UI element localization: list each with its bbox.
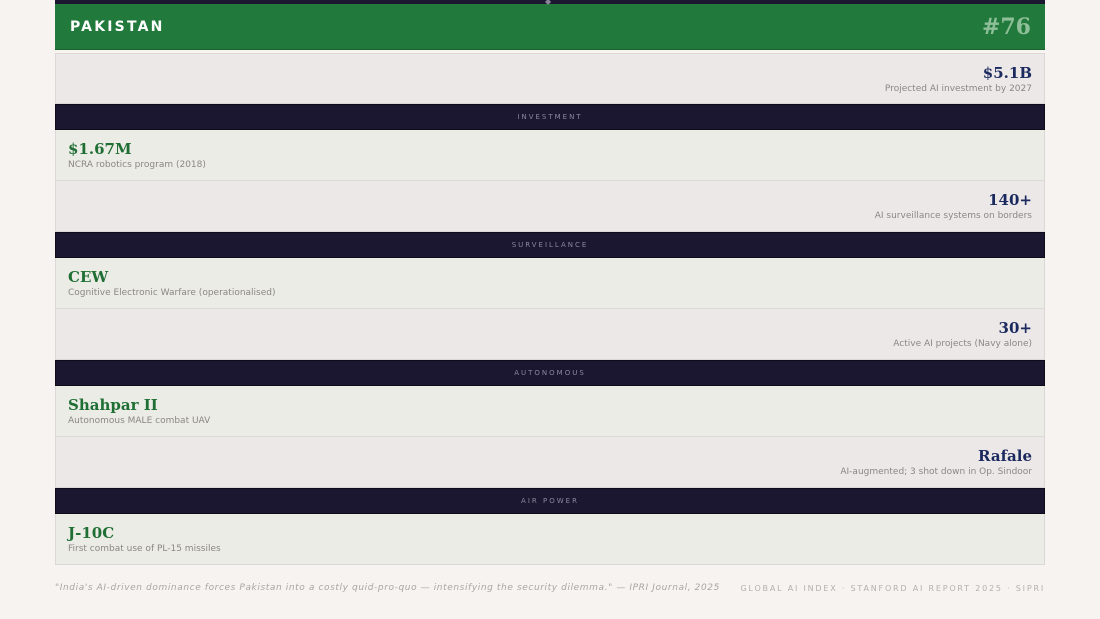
stat-label: AI-augmented; 3 shot down in Op. Sindoor	[840, 467, 1032, 477]
stat-value: $1.67M	[68, 140, 132, 158]
section-label: INVESTMENT	[517, 113, 583, 121]
stat-row: CEW Cognitive Electronic Warfare (operat…	[55, 258, 1045, 309]
stat-label: Cognitive Electronic Warfare (operationa…	[68, 288, 276, 298]
stat-value: CEW	[68, 268, 109, 286]
stat-value: $5.1B	[982, 63, 1032, 82]
stat-value: Rafale	[978, 447, 1032, 465]
section-label: AIR POWER	[521, 497, 579, 505]
stat-label: Projected AI investment by 2027	[884, 83, 1032, 94]
stat-value: 30+	[998, 319, 1032, 337]
stat-label: First combat use of PL-15 missiles	[68, 544, 221, 554]
stat-row: 30+ Active AI projects (Navy alone)	[55, 309, 1045, 360]
country-rank: #76	[981, 13, 1031, 40]
country-name: PAKISTAN	[70, 18, 165, 35]
top-strip: ◆	[55, 0, 1045, 6]
country-header: PAKISTAN #76	[55, 4, 1045, 50]
footer-quote: "India's AI-driven dominance forces Paki…	[55, 583, 720, 593]
stat-row: J-10C First combat use of PL-15 missiles	[55, 514, 1045, 565]
section-bar-surveillance: SURVEILLANCE	[55, 232, 1045, 258]
dot-icon: ◆	[545, 0, 552, 6]
section-label: AUTONOMOUS	[514, 369, 586, 377]
stat-value: 140+	[988, 191, 1032, 209]
section-bar-air-power: AIR POWER	[55, 488, 1045, 514]
stat-row: 140+ AI surveillance systems on borders	[55, 181, 1045, 232]
section-label: SURVEILLANCE	[511, 241, 589, 249]
stat-row: $5.1B Projected AI investment by 2027	[55, 53, 1045, 104]
stat-label: Autonomous MALE combat UAV	[68, 416, 211, 426]
stat-label: NCRA robotics program (2018)	[68, 160, 206, 170]
stat-label: AI surveillance systems on borders	[874, 211, 1032, 221]
stat-row: $1.67M NCRA robotics program (2018)	[55, 130, 1045, 181]
stat-label: Active AI projects (Navy alone)	[893, 339, 1032, 349]
section-bar-autonomous: AUTONOMOUS	[55, 360, 1045, 386]
stat-value: J-10C	[68, 524, 115, 542]
stat-row: Rafale AI-augmented; 3 shot down in Op. …	[55, 437, 1045, 488]
section-bar-investment: INVESTMENT	[55, 104, 1045, 130]
country-card: ◆ PAKISTAN #76 $5.1B Projected AI invest…	[55, 0, 1045, 565]
stat-value: Shahpar II	[68, 396, 158, 414]
footer: "India's AI-driven dominance forces Paki…	[55, 583, 1045, 593]
stat-row: Shahpar II Autonomous MALE combat UAV	[55, 386, 1045, 437]
footer-sources: GLOBAL AI INDEX · STANFORD AI REPORT 202…	[740, 583, 1045, 593]
